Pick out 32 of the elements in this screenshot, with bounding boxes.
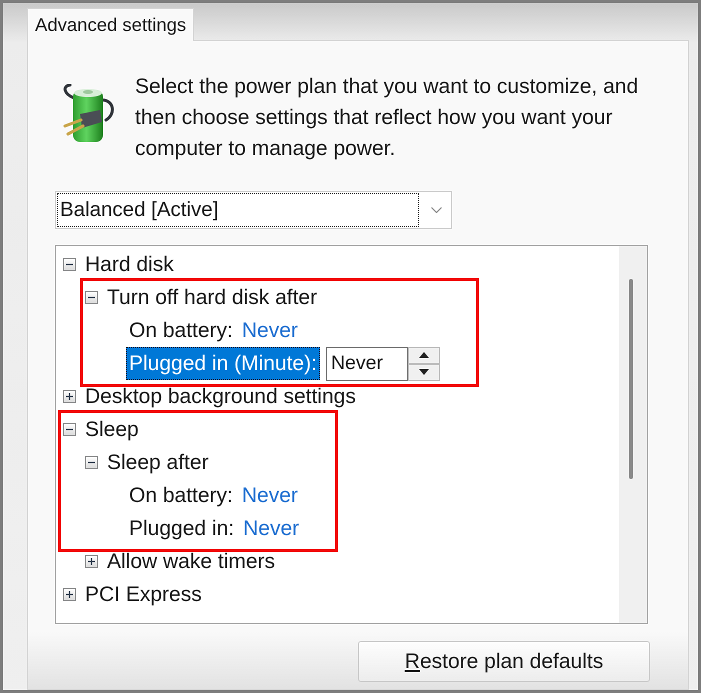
tree-item[interactable]: Allow wake timers: [104, 545, 278, 578]
restore-defaults-button[interactable]: Restore plan defaults: [358, 641, 650, 682]
plus-box-icon[interactable]: [63, 588, 76, 601]
minus-box-icon[interactable]: [85, 291, 98, 304]
plus-box-icon[interactable]: [63, 390, 76, 403]
tree-item[interactable]: Hard disk: [82, 248, 177, 281]
up-triangle-icon: [418, 352, 429, 358]
spinner-field[interactable]: Never: [326, 346, 408, 380]
tree-item[interactable]: PCI Express: [82, 578, 205, 611]
scrollbar-thumb[interactable]: [629, 279, 633, 479]
setting-label[interactable]: On battery:: [126, 314, 236, 347]
spin-down-button[interactable]: [408, 364, 440, 380]
setting-value[interactable]: Never: [243, 512, 300, 544]
tree-item[interactable]: Desktop background settings: [82, 380, 359, 413]
minus-box-icon[interactable]: [85, 456, 98, 469]
down-triangle-icon: [418, 369, 429, 375]
tree-item[interactable]: Turn off hard disk after: [104, 281, 320, 314]
minus-box-icon[interactable]: [63, 423, 76, 436]
setting-label[interactable]: On battery:: [126, 479, 236, 512]
tree-item[interactable]: Sleep after: [104, 446, 212, 479]
minus-box-icon[interactable]: [63, 258, 76, 271]
settings-tab[interactable]: Advanced settings: [27, 8, 194, 41]
plus-box-icon[interactable]: [85, 555, 98, 568]
setting-value[interactable]: Never: [242, 480, 298, 512]
setting-label[interactable]: Plugged in:: [126, 512, 238, 545]
spin-up-button[interactable]: [408, 346, 440, 364]
plan-dropdown[interactable]: Balanced [Active]: [55, 191, 452, 229]
setting-value[interactable]: Never: [242, 314, 298, 346]
chevron-down-icon: [431, 207, 442, 213]
description-text: Select the power plan that you want to customize, and then choose settings that reflect how you want your computer to manage power.: [135, 74, 640, 162]
tree-item[interactable]: Sleep: [82, 413, 142, 446]
setting-label[interactable]: Plugged in (Minute):: [126, 347, 320, 380]
